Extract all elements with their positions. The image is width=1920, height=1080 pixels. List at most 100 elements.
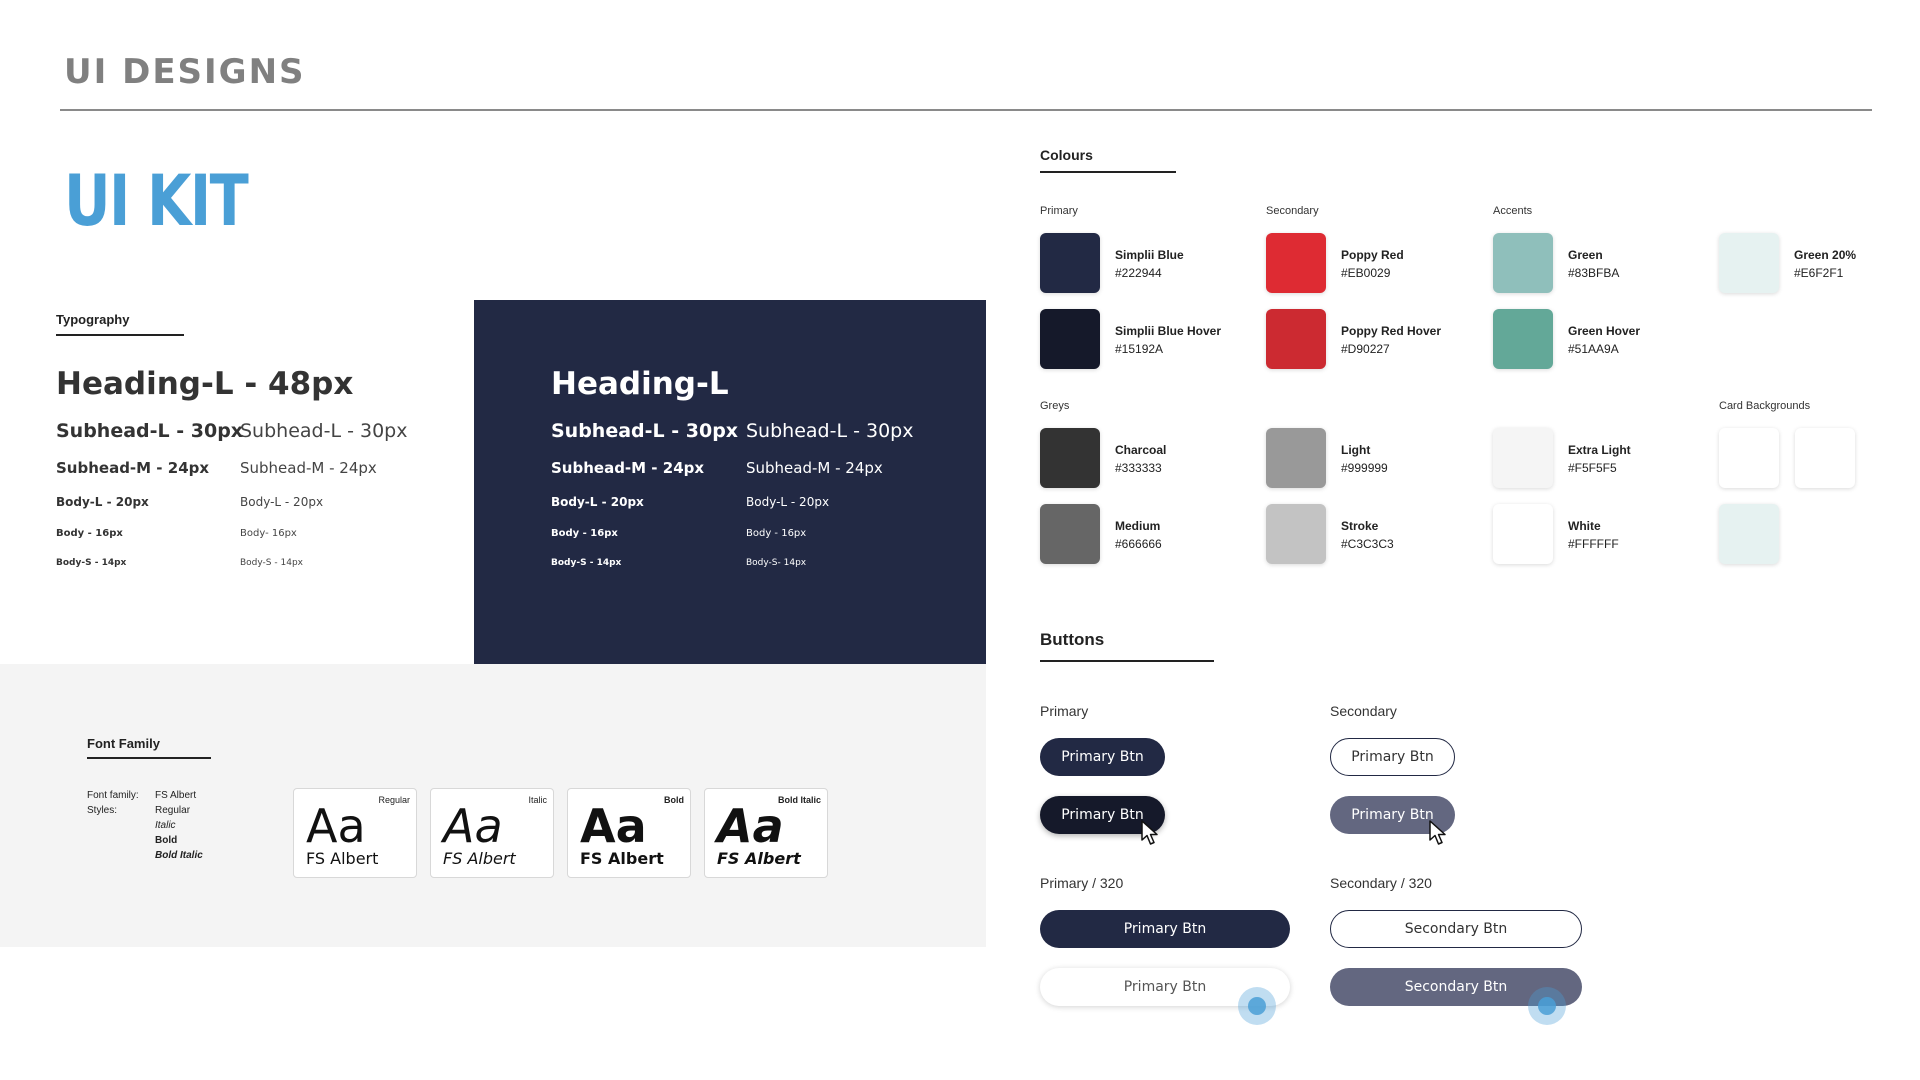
swatch-name: Poppy Red Hover: [1341, 324, 1442, 338]
dark-body-bold: Body - 16px: [551, 528, 618, 539]
swatch-light: [1266, 428, 1326, 488]
style-bold: Bold: [155, 835, 178, 846]
card-background-white-1: [1719, 428, 1779, 488]
swatch-medium: [1040, 504, 1100, 564]
style-italic: Italic: [155, 820, 176, 831]
page-title: UI DESIGNS: [64, 52, 306, 92]
primary-button[interactable]: Primary Btn: [1040, 738, 1165, 776]
colours-label: Colours: [1040, 147, 1093, 163]
body-l-regular-sample: Body-L - 20px: [240, 495, 324, 509]
dark-heading-l-sample: Heading-L: [551, 366, 729, 402]
subhead-m-bold-sample: Subhead-M - 24px: [56, 459, 210, 477]
font-name: FS Albert: [306, 849, 379, 868]
swatch-hex: #EB0029: [1341, 266, 1391, 280]
tap-indicator-icon: [1528, 987, 1566, 1025]
swatch-name: Green 20%: [1794, 248, 1857, 262]
colours-underline: [1040, 171, 1176, 173]
swatch-green: [1493, 233, 1553, 293]
swatch-name: Medium: [1115, 519, 1161, 533]
style-regular: Regular: [155, 805, 191, 816]
buttons-underline: [1040, 660, 1214, 662]
font-card-tag: Bold Italic: [777, 795, 821, 805]
card-backgrounds-group-label: Card Backgrounds: [1719, 400, 1811, 412]
swatch-hex: #FFFFFF: [1568, 537, 1619, 551]
secondary-group-label: Secondary: [1266, 205, 1319, 217]
pointer-cursor-icon: [1429, 820, 1446, 845]
dark-subhead-m-regular: Subhead-M - 24px: [746, 459, 883, 477]
font-family-label: Font Family: [87, 736, 160, 751]
swatch-name: Stroke: [1341, 519, 1379, 533]
font-name: FS Albert: [580, 849, 664, 868]
swatch-extra-light: [1493, 428, 1553, 488]
dark-subhead-m-bold: Subhead-M - 24px: [551, 459, 705, 477]
font-name: FS Albert: [717, 849, 801, 868]
secondary-320-button[interactable]: Secondary Btn: [1330, 910, 1582, 948]
subhead-l-bold-sample: Subhead-L - 30px: [56, 420, 244, 442]
accents-group-label: Accents: [1493, 205, 1533, 217]
font-card-bold: Bold Aa FS Albert: [567, 788, 691, 878]
swatch-name: Extra Light: [1568, 443, 1631, 457]
secondary-button[interactable]: Primary Btn: [1330, 738, 1455, 776]
body-s-regular-sample: Body-S - 14px: [240, 558, 303, 568]
font-card-italic: Italic Aa FS Albert: [430, 788, 554, 878]
swatch-hex: #666666: [1115, 537, 1162, 551]
swatch-charcoal: [1040, 428, 1100, 488]
font-card-tag: Italic: [528, 795, 547, 805]
swatch-name: White: [1568, 519, 1601, 533]
body-bold-sample: Body - 16px: [56, 528, 123, 539]
subhead-l-regular-sample: Subhead-L - 30px: [240, 420, 408, 442]
swatch-name: Light: [1341, 443, 1371, 457]
dark-subhead-l-regular: Subhead-L - 30px: [746, 420, 914, 442]
typography-label: Typography: [56, 312, 130, 327]
dark-body-regular: Body - 16px: [746, 528, 807, 539]
pointer-cursor-icon: [1141, 820, 1158, 845]
card-background-white-2: [1795, 428, 1855, 488]
font-card-tag: Bold: [664, 795, 684, 805]
heading-l-sample: Heading-L - 48px: [56, 366, 354, 402]
header-divider: [60, 109, 1872, 111]
font-card-bold-italic: Bold Italic Aa FS Albert: [704, 788, 828, 878]
swatch-white: [1493, 504, 1553, 564]
body-regular-sample: Body- 16px: [240, 528, 297, 539]
dark-subhead-l-bold: Subhead-L - 30px: [551, 420, 739, 442]
font-family-key: Font family:: [87, 790, 139, 801]
body-l-bold-sample: Body-L - 20px: [56, 495, 149, 509]
tap-indicator-icon: [1238, 987, 1276, 1025]
card-background-green: [1719, 504, 1779, 564]
swatch-simplii-blue-hover: [1040, 309, 1100, 369]
body-s-bold-sample: Body-S - 14px: [56, 558, 127, 568]
font-sample: Aa: [443, 799, 503, 853]
swatch-hex: #333333: [1115, 461, 1162, 475]
swatch-poppy-red-hover: [1266, 309, 1326, 369]
dark-body-s-regular: Body-S- 14px: [746, 558, 807, 568]
font-sample: Aa: [580, 799, 647, 853]
swatch-hex: #51AA9A: [1568, 342, 1619, 356]
swatch-poppy-red: [1266, 233, 1326, 293]
kit-title: UI KIT: [64, 160, 249, 242]
swatch-hex: #83BFBA: [1568, 266, 1620, 280]
swatch-hex: #D90227: [1341, 342, 1390, 356]
font-family-value: FS Albert: [155, 790, 197, 801]
font-sample: Aa: [306, 799, 366, 853]
dark-body-l-bold: Body-L - 20px: [551, 495, 644, 509]
swatch-hex: #E6F2F1: [1794, 266, 1844, 280]
swatch-green-hover: [1493, 309, 1553, 369]
buttons-label: Buttons: [1040, 630, 1105, 649]
font-card-regular: Regular Aa FS Albert: [293, 788, 417, 878]
swatch-hex: #F5F5F5: [1568, 461, 1617, 475]
font-name: FS Albert: [443, 849, 516, 868]
swatch-name: Simplii Blue: [1115, 248, 1184, 262]
swatch-hex: #C3C3C3: [1341, 537, 1394, 551]
swatch-name: Green: [1568, 248, 1603, 262]
font-card-tag: Regular: [378, 795, 410, 805]
dark-typography-panel: [474, 300, 986, 664]
secondary-buttons-label: Secondary: [1330, 703, 1397, 719]
primary-320-button[interactable]: Primary Btn: [1040, 910, 1290, 948]
dark-body-s-bold: Body-S - 14px: [551, 558, 622, 568]
primary-group-label: Primary: [1040, 205, 1078, 217]
swatch-stroke: [1266, 504, 1326, 564]
swatch-name: Green Hover: [1568, 324, 1641, 338]
dark-body-l-regular: Body-L - 20px: [746, 495, 830, 509]
primary-buttons-label: Primary: [1040, 703, 1089, 719]
primary-320-label: Primary / 320: [1040, 875, 1124, 891]
